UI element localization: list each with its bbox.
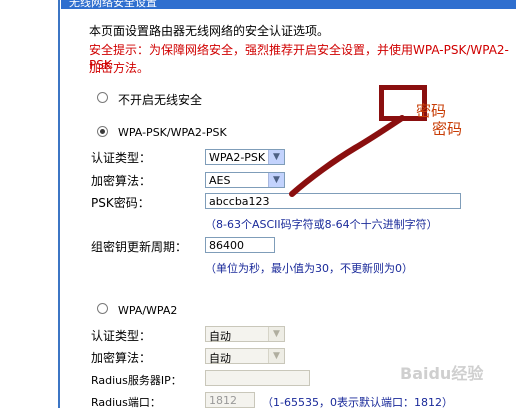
group-key-renew-hint: （单位为秒，最小值为30，不更新则为0） bbox=[205, 262, 413, 275]
watermark: Baidu经验 bbox=[400, 364, 484, 383]
psk-password-input[interactable]: abccba123 bbox=[205, 193, 461, 209]
psk-password-hint: （8-63个ASCII码字符或8-64个十六进制字符） bbox=[205, 218, 438, 231]
radio-no-security[interactable] bbox=[97, 92, 108, 103]
radio-wpa[interactable] bbox=[97, 303, 108, 314]
section-title: 无线网络安全设置 bbox=[69, 0, 157, 9]
section-header: 无线网络安全设置 bbox=[61, 0, 516, 9]
wpa-encrypt-label: 加密算法： bbox=[91, 351, 152, 365]
radio-wpa-label: WPA/WPA2 bbox=[118, 304, 178, 317]
radio-wpa-psk[interactable] bbox=[97, 126, 108, 137]
radio-no-security-label: 不开启无线安全 bbox=[118, 93, 203, 107]
left-frame bbox=[0, 0, 60, 408]
psk-auth-type-label: 认证类型： bbox=[91, 151, 152, 165]
psk-auth-type-select[interactable]: WPA2-PSK ▼ bbox=[205, 149, 285, 165]
annotation-label-2: 密码 bbox=[432, 120, 463, 138]
psk-password-label: PSK密码： bbox=[91, 196, 150, 210]
chevron-down-icon: ▼ bbox=[268, 150, 284, 164]
radius-port-input[interactable]: 1812 bbox=[205, 392, 255, 408]
radio-wpa-psk-label: WPA-PSK/WPA2-PSK bbox=[118, 126, 227, 139]
group-key-renew-input[interactable]: 86400 bbox=[205, 237, 275, 253]
wpa-auth-type-label: 认证类型： bbox=[91, 329, 152, 343]
psk-encrypt-select[interactable]: AES ▼ bbox=[205, 172, 285, 188]
security-tip: 安全提示：为保障网络安全，强烈推荐开启安全设置，并使用WPA-PSK/WPA2-… bbox=[89, 43, 509, 72]
psk-encrypt-value: AES bbox=[209, 174, 231, 187]
chevron-down-icon: ▼ bbox=[268, 349, 284, 363]
security-tip-cont: 加密方法。 bbox=[89, 61, 150, 75]
wpa-encrypt-value: 自动 bbox=[209, 352, 231, 365]
psk-auth-type-value: WPA2-PSK bbox=[209, 151, 266, 164]
group-key-renew-label: 组密钥更新周期： bbox=[91, 240, 188, 254]
radius-ip-label: Radius服务器IP： bbox=[91, 374, 182, 387]
chevron-down-icon: ▼ bbox=[268, 327, 284, 341]
radius-ip-input[interactable] bbox=[205, 370, 310, 386]
wpa-auth-type-select[interactable]: 自动 ▼ bbox=[205, 326, 285, 343]
wpa-auth-type-value: 自动 bbox=[209, 330, 231, 343]
psk-encrypt-label: 加密算法： bbox=[91, 174, 152, 188]
chevron-down-icon: ▼ bbox=[268, 173, 284, 187]
intro-text: 本页面设置路由器无线网络的安全认证选项。 bbox=[89, 24, 330, 38]
wpa-encrypt-select[interactable]: 自动 ▼ bbox=[205, 348, 285, 365]
